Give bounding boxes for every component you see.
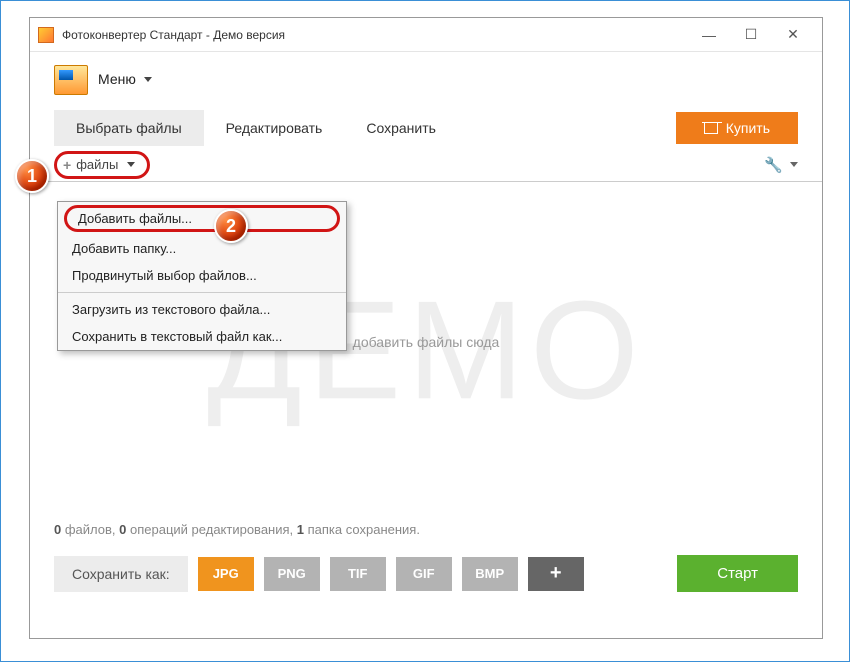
plus-icon: + — [63, 157, 71, 173]
ops-word: операций редактирования, — [130, 522, 293, 537]
titlebar: Фотоконвертер Стандарт - Демо версия — ☐… — [30, 18, 822, 52]
menu-advanced-select[interactable]: Продвинутый выбор файлов... — [58, 262, 346, 289]
ops-count: 0 — [119, 522, 126, 537]
menu-icon — [54, 65, 88, 95]
close-button[interactable]: ✕ — [772, 21, 814, 49]
format-jpg[interactable]: JPG — [198, 557, 254, 591]
minimize-button[interactable]: — — [688, 21, 730, 49]
folders-count: 1 — [297, 522, 304, 537]
toolbar: + файлы 🔧 — [30, 148, 822, 182]
files-dropdown-button[interactable]: + файлы — [54, 151, 150, 179]
cart-icon — [704, 122, 718, 134]
annotation-badge-2: 2 — [214, 209, 248, 243]
menu-save-to-text[interactable]: Сохранить в текстовый файл как... — [58, 323, 346, 350]
menu-add-folder[interactable]: Добавить папку... — [58, 235, 346, 262]
folders-word: папка сохранения. — [308, 522, 420, 537]
outer-frame: Фотоконвертер Стандарт - Демо версия — ☐… — [0, 0, 850, 662]
wrench-icon: 🔧 — [764, 156, 783, 174]
menu-separator — [58, 292, 346, 293]
menu-button[interactable]: Меню — [98, 71, 152, 89]
app-icon — [38, 27, 54, 43]
files-count: 0 — [54, 522, 61, 537]
menu-add-files[interactable]: Добавить файлы... — [64, 205, 340, 232]
menu-label: Меню — [98, 71, 136, 87]
tab-edit[interactable]: Редактировать — [204, 110, 345, 146]
bottom-bar: Сохранить как: JPG PNG TIF GIF BMP + Ста… — [30, 547, 822, 608]
annotation-badge-1: 1 — [15, 159, 49, 193]
format-gif[interactable]: GIF — [396, 557, 452, 591]
format-bmp[interactable]: BMP — [462, 557, 518, 591]
chevron-down-icon — [144, 77, 152, 82]
tools-button[interactable]: 🔧 — [764, 156, 798, 174]
buy-button[interactable]: Купить — [676, 112, 798, 144]
tab-select-files[interactable]: Выбрать файлы — [54, 110, 204, 146]
format-tif[interactable]: TIF — [330, 557, 386, 591]
format-png[interactable]: PNG — [264, 557, 320, 591]
tab-save[interactable]: Сохранить — [344, 110, 458, 146]
files-button-label: файлы — [76, 157, 118, 172]
menu-load-from-text[interactable]: Загрузить из текстового файла... — [58, 296, 346, 323]
save-as-label: Сохранить как: — [54, 556, 188, 592]
format-add[interactable]: + — [528, 557, 584, 591]
files-dropdown-menu: Добавить файлы... Добавить папку... Прод… — [57, 201, 347, 351]
maximize-button[interactable]: ☐ — [730, 21, 772, 49]
drop-hint: добавить файлы сюда — [353, 334, 500, 350]
menubar: Меню — [30, 52, 822, 108]
status-bar: 0 файлов, 0 операций редактирования, 1 п… — [30, 512, 822, 547]
tabs-row: Выбрать файлы Редактировать Сохранить Ку… — [30, 108, 822, 148]
window-title: Фотоконвертер Стандарт - Демо версия — [62, 28, 688, 42]
chevron-down-icon — [127, 162, 135, 167]
buy-label: Купить — [726, 120, 770, 136]
files-word: файлов, — [65, 522, 116, 537]
chevron-down-icon — [790, 162, 798, 167]
start-button[interactable]: Старт — [677, 555, 798, 592]
